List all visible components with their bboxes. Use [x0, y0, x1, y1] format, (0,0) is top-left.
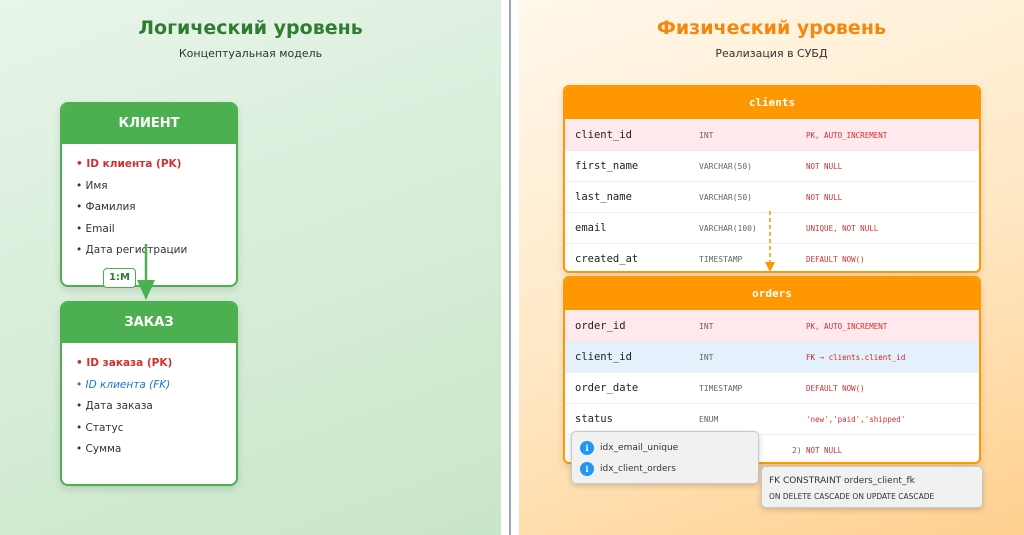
- column-constraint: DEFAULT NOW(): [806, 255, 865, 264]
- index-name: idx_email_unique: [600, 443, 679, 453]
- info-icon: i: [580, 462, 594, 476]
- column-type: TIMESTAMP: [699, 384, 743, 393]
- column-constraint: NOT NULL: [806, 446, 843, 455]
- physical-subtitle: Реализация в СУБД: [715, 47, 828, 60]
- table-row: created_at TIMESTAMP DEFAULT NOW(): [565, 243, 979, 271]
- relationship-connector: [137, 244, 155, 300]
- relationship-cardinality-label: 1:M: [103, 268, 136, 288]
- table-row: status ENUM 'new','paid','shipped': [565, 403, 979, 434]
- column-type: INT: [699, 322, 714, 331]
- index-name: idx_client_orders: [600, 464, 676, 474]
- column-constraint: NOT NULL: [806, 162, 843, 171]
- table-row: first_name VARCHAR(50) NOT NULL: [565, 150, 979, 181]
- column-type: INT: [699, 131, 714, 140]
- column-constraint: PK, AUTO_INCREMENT: [806, 131, 888, 140]
- physical-panel: Физический уровень Реализация в СУБД cli…: [519, 0, 1024, 535]
- relationship-arrowhead: [137, 280, 155, 300]
- column-type: TIMESTAMP: [699, 255, 743, 264]
- fk-constraint-tooltip: FK CONSTRAINT orders_client_fk ON DELETE…: [761, 466, 983, 508]
- column-name: email: [575, 222, 607, 234]
- index-item[interactable]: i idx_client_orders: [572, 459, 758, 480]
- column-name: first_name: [575, 160, 639, 172]
- physical-title: Физический уровень: [657, 17, 886, 39]
- index-item[interactable]: i idx_email_unique: [572, 438, 758, 459]
- table-row: last_name VARCHAR(50) NOT NULL: [565, 181, 979, 212]
- column-constraint: FK → clients.client_id: [806, 353, 906, 362]
- table-clients[interactable]: clients client_id INT PK, AUTO_INCREMENT…: [563, 85, 981, 273]
- table-row: client_id INT FK → clients.client_id: [565, 341, 979, 372]
- column-type: VARCHAR(50): [699, 193, 752, 202]
- table-clients-title: clients: [565, 87, 979, 119]
- fk-constraint-title: FK CONSTRAINT orders_client_fk: [769, 476, 915, 486]
- column-constraint: DEFAULT NOW(): [806, 384, 865, 393]
- column-name: order_id: [575, 320, 626, 332]
- table-row: order_date TIMESTAMP DEFAULT NOW(): [565, 372, 979, 403]
- table-row: client_id INT PK, AUTO_INCREMENT: [565, 119, 979, 150]
- info-icon: i: [580, 441, 594, 455]
- column-constraint: 'new','paid','shipped': [806, 415, 906, 424]
- column-name: created_at: [575, 253, 639, 265]
- column-type: VARCHAR(50): [699, 162, 752, 171]
- column-constraint: PK, AUTO_INCREMENT: [806, 322, 888, 331]
- panel-divider: [509, 0, 511, 535]
- column-name: client_id: [575, 351, 632, 363]
- column-name: client_id: [575, 129, 632, 141]
- column-type: VARCHAR(100): [699, 224, 757, 233]
- fk-constraint-detail: ON DELETE CASCADE ON UPDATE CASCADE: [769, 492, 935, 501]
- column-name: order_date: [575, 382, 639, 394]
- table-orders-title: orders: [565, 278, 979, 310]
- column-type: INT: [699, 353, 714, 362]
- column-name: last_name: [575, 191, 632, 203]
- table-row: email VARCHAR(100) UNIQUE, NOT NULL: [565, 212, 979, 243]
- column-constraint: UNIQUE, NOT NULL: [806, 224, 879, 233]
- indexes-popup: i idx_email_unique i idx_client_orders: [571, 431, 759, 484]
- column-constraint: NOT NULL: [806, 193, 843, 202]
- logical-panel: Логический уровень Концептуальная модель…: [0, 0, 501, 535]
- table-row: order_id INT PK, AUTO_INCREMENT: [565, 310, 979, 341]
- column-type: 2): [792, 446, 802, 455]
